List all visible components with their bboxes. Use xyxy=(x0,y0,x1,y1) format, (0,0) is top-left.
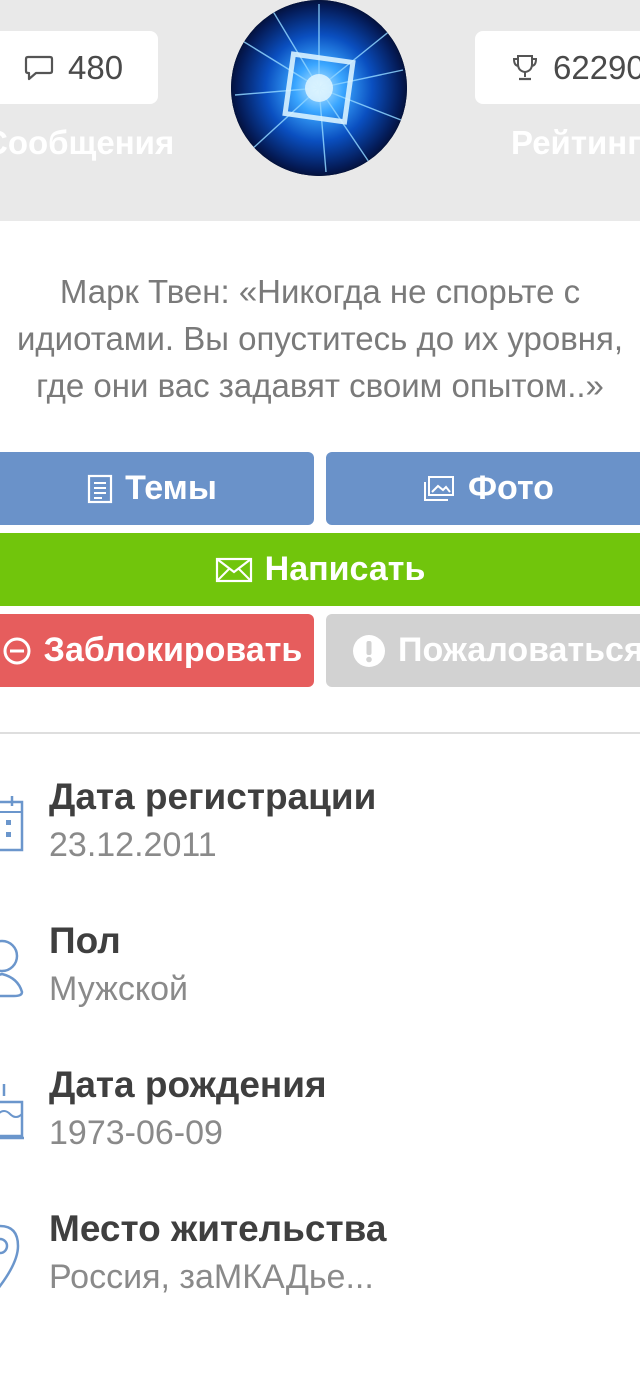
topics-button[interactable]: Темы xyxy=(0,452,314,525)
user-icon xyxy=(0,934,26,1005)
quote-line: где они вас задавят своим опытом..» xyxy=(36,367,604,404)
photo-button[interactable]: Фото xyxy=(326,452,640,525)
info-label: Дата регистрации xyxy=(49,776,377,817)
photo-button-label: Фото xyxy=(468,469,554,507)
report-button-label: Пожаловаться xyxy=(398,631,640,669)
info-value: 1973-06-09 xyxy=(49,1114,223,1152)
exclamation-icon xyxy=(352,634,386,668)
photos-icon xyxy=(422,475,456,503)
section-divider xyxy=(0,732,640,734)
cake-icon xyxy=(0,1082,26,1147)
rating-box[interactable]: 62290 xyxy=(475,31,640,104)
rating-label: Рейтинг xyxy=(511,124,640,161)
info-value: 23.12.2011 xyxy=(49,826,217,864)
topics-button-label: Темы xyxy=(125,469,217,507)
info-label: Пол xyxy=(49,920,121,961)
calendar-icon xyxy=(0,792,26,859)
report-user-button[interactable]: Пожаловаться xyxy=(326,614,640,687)
block-user-button[interactable]: Заблокировать xyxy=(0,614,314,687)
quote-line: Марк Твен: «Никогда не спорьте с xyxy=(59,273,581,310)
document-icon xyxy=(87,474,113,504)
messages-label: Сообщения xyxy=(0,124,175,161)
info-label: Место жительства xyxy=(49,1208,387,1249)
write-button-label: Написать xyxy=(264,550,426,588)
map-pin-icon xyxy=(0,1220,26,1295)
info-value: Россия, заМКАДье... xyxy=(49,1258,374,1296)
user-status-quote: Марк Твен: «Никогда не спорьте с идиотам… xyxy=(0,268,640,409)
write-message-button[interactable]: Написать xyxy=(0,533,640,606)
messages-count-box[interactable]: 480 xyxy=(0,31,158,104)
info-label: Дата рождения xyxy=(49,1064,327,1105)
messages-count: 480 xyxy=(68,48,124,86)
comment-icon xyxy=(24,54,54,82)
block-button-label: Заблокировать xyxy=(43,631,303,669)
quote-line: идиотами. Вы опуститесь до их уровня, xyxy=(16,320,624,357)
envelope-icon xyxy=(215,556,253,584)
trophy-icon xyxy=(511,53,539,83)
info-value: Мужской xyxy=(49,970,188,1008)
profile-header: 480 Сообщения 62290 Рейтинг xyxy=(0,0,640,221)
user-avatar[interactable] xyxy=(231,0,407,176)
rating-count: 62290 xyxy=(553,48,640,86)
block-icon xyxy=(2,636,32,666)
